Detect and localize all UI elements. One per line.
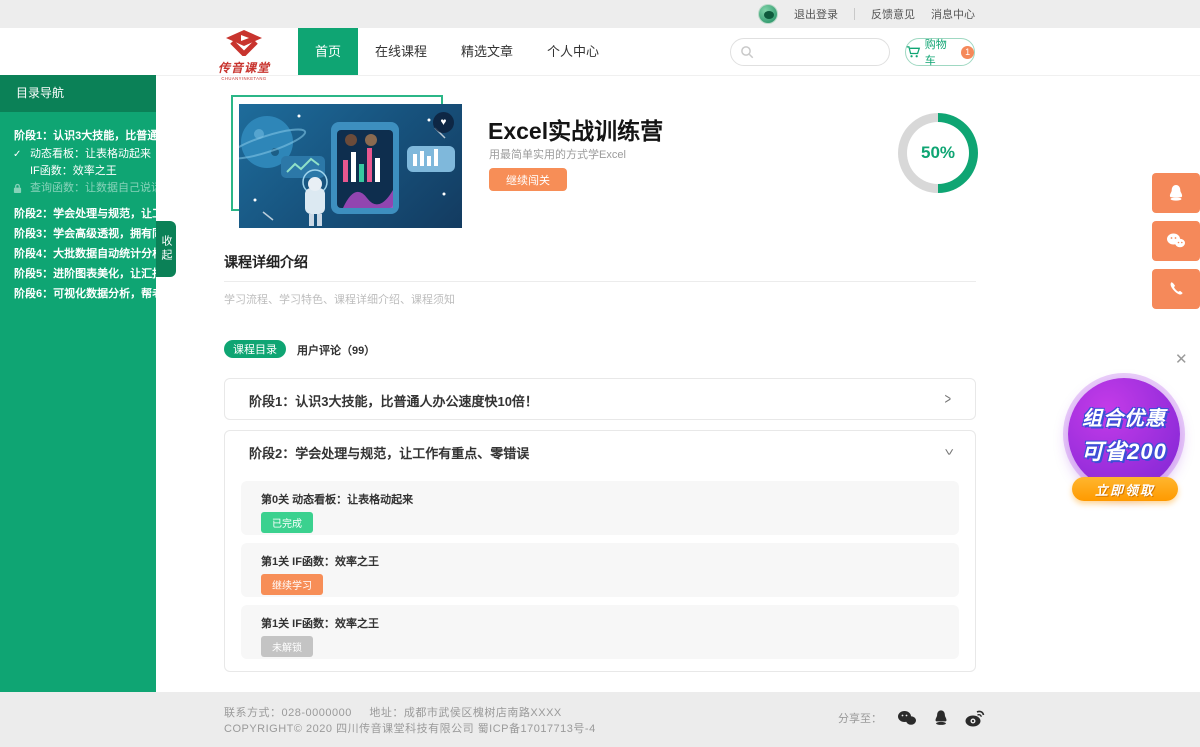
lesson-row-0[interactable]: 第0关 动态看板：让表格动起来 已完成	[241, 481, 959, 535]
topbar: 退出登录 反馈意见 消息中心	[0, 0, 1200, 28]
messages-link[interactable]: 消息中心	[931, 6, 975, 22]
course-banner-illustration	[239, 104, 462, 228]
chevron-right-icon: >	[945, 392, 951, 409]
wechat-contact-button[interactable]	[1152, 221, 1200, 261]
favorite-heart-icon[interactable]: ♥	[433, 112, 454, 133]
cart-button[interactable]: 购物车 1	[905, 38, 975, 66]
cart-label: 购物车	[925, 36, 957, 68]
page: 退出登录 反馈意见 消息中心 传音课堂 CHUANYINKETANG 首页 在线…	[0, 0, 1200, 747]
footer: 联系方式：028-0000000 地址：成都市武侯区槐树店南路XXXX COPY…	[0, 692, 1200, 747]
cart-icon	[906, 45, 921, 59]
lesson-row-2[interactable]: 第1关 IF函数：效率之王 未解锁	[241, 605, 959, 659]
site-logo[interactable]: 传音课堂 CHUANYINKETANG	[213, 30, 275, 82]
qq-contact-button[interactable]	[1152, 173, 1200, 213]
nav-item-profile[interactable]: 个人中心	[530, 28, 616, 75]
sidebar-stage-5[interactable]: 阶段5：进阶图表美化，让汇报一... >	[0, 263, 156, 283]
detail-heading: 课程详细介绍	[224, 252, 308, 272]
phone-icon	[1167, 280, 1185, 298]
detail-meta: 学习流程、学习特色、课程详细介绍、课程须知	[224, 291, 455, 307]
status-badge-continue[interactable]: 继续学习	[261, 574, 323, 595]
logo-title: 传音课堂	[213, 59, 275, 76]
share-wechat-icon[interactable]	[896, 709, 918, 727]
catalog-sidebar: 目录导航 阶段1：认识3大技能，比普通人... > ✓ 动态看板：让表格动起来 …	[0, 75, 156, 692]
user-avatar[interactable]	[758, 4, 778, 24]
sidebar-stage-2[interactable]: 阶段2：学会处理与规范，让工作... >	[0, 203, 156, 223]
claim-coupon-button[interactable]: 立即领取	[1072, 477, 1178, 501]
accordion-stage-2-header[interactable]: 阶段2：学会处理与规范，让工作有重点、零错误 >	[225, 431, 975, 473]
sidebar-collapse-tab[interactable]: 收起	[156, 221, 176, 277]
status-badge-locked: 未解锁	[261, 636, 313, 657]
search-input[interactable]	[731, 40, 916, 64]
search-box: 搜索	[730, 38, 890, 66]
check-icon: ✓	[13, 146, 21, 163]
main-nav: 传音课堂 CHUANYINKETANG 首页 在线课程 精选文章 个人中心 搜索…	[0, 28, 1200, 75]
promo-badge[interactable]: 组合优惠 可省200	[1068, 378, 1180, 490]
continue-challenge-button[interactable]: 继续闯关	[489, 168, 567, 191]
logout-link[interactable]: 退出登录	[794, 6, 838, 22]
share-weibo-icon[interactable]	[964, 708, 986, 728]
course-banner[interactable]: ♥	[239, 104, 462, 228]
nav-item-articles[interactable]: 精选文章	[444, 28, 530, 75]
sidebar-stage-1[interactable]: 阶段1：认识3大技能，比普通人... >	[0, 124, 156, 146]
promo-line-2: 可省200	[1081, 434, 1167, 466]
progress-percent-label: 50%	[907, 122, 969, 184]
lesson-row-1[interactable]: 第1关 IF函数：效率之王 继续学习	[241, 543, 959, 597]
accordion-stage-1-header[interactable]: 阶段1：认识3大技能，比普通人办公速度快10倍！ >	[225, 379, 975, 421]
divider	[224, 281, 976, 282]
chevron-down-icon: >	[939, 449, 956, 455]
sidebar-title: 目录导航	[0, 75, 156, 112]
logo-cap-icon	[224, 30, 264, 56]
sidebar-lesson-dashboard[interactable]: ✓ 动态看板：让表格动起来	[0, 146, 156, 163]
nav-item-courses[interactable]: 在线课程	[358, 28, 444, 75]
nav-item-home[interactable]: 首页	[298, 28, 358, 75]
tab-user-comments[interactable]: 用户评论（99）	[297, 342, 375, 358]
accordion-stage-2: 阶段2：学会处理与规范，让工作有重点、零错误 > 第0关 动态看板：让表格动起来…	[224, 430, 976, 672]
sidebar-stage-3[interactable]: 阶段3：学会高级透视，拥有同时... >	[0, 223, 156, 243]
footer-address: 地址：成都市武侯区槐树店南路XXXX	[369, 707, 561, 719]
promo-close-icon[interactable]: ✕	[1175, 350, 1188, 368]
lock-icon	[13, 183, 22, 197]
sidebar-lesson-lookup-locked[interactable]: 查询函数：让数据自己说话	[0, 180, 156, 197]
promo-line-1: 组合优惠	[1082, 402, 1166, 431]
cart-count-badge: 1	[961, 46, 974, 59]
feedback-link[interactable]: 反馈意见	[871, 6, 915, 22]
logo-subtitle: CHUANYINKETANG	[218, 76, 271, 81]
sidebar-stage-4[interactable]: 阶段4：大批数据自动统计分析，... >	[0, 243, 156, 263]
accordion-stage-1: 阶段1：认识3大技能，比普通人办公速度快10倍！ >	[224, 378, 976, 420]
course-title: Excel实战训练营	[488, 112, 663, 146]
course-progress-ring: 50%	[898, 113, 978, 193]
phone-contact-button[interactable]	[1152, 269, 1200, 309]
footer-contact: 联系方式：028-0000000	[224, 707, 352, 719]
wechat-icon	[1165, 231, 1187, 251]
course-subtitle: 用最简单实用的方式学Excel	[489, 146, 626, 162]
qq-icon	[1166, 183, 1186, 203]
search-icon	[740, 45, 755, 65]
status-badge-completed: 已完成	[261, 512, 313, 533]
tab-course-catalog[interactable]: 课程目录	[224, 340, 286, 358]
sidebar-stage-6[interactable]: 阶段6：可视化数据分析，帮老板... >	[0, 283, 156, 303]
sidebar-lesson-if[interactable]: IF函数：效率之王	[0, 163, 156, 180]
share-label: 分享至：	[838, 710, 882, 726]
share-qq-icon[interactable]	[932, 708, 950, 728]
topbar-divider	[854, 8, 855, 20]
footer-copyright: COPYRIGHT© 2020 四川传音课堂科技有限公司 蜀ICP备170177…	[224, 720, 596, 736]
